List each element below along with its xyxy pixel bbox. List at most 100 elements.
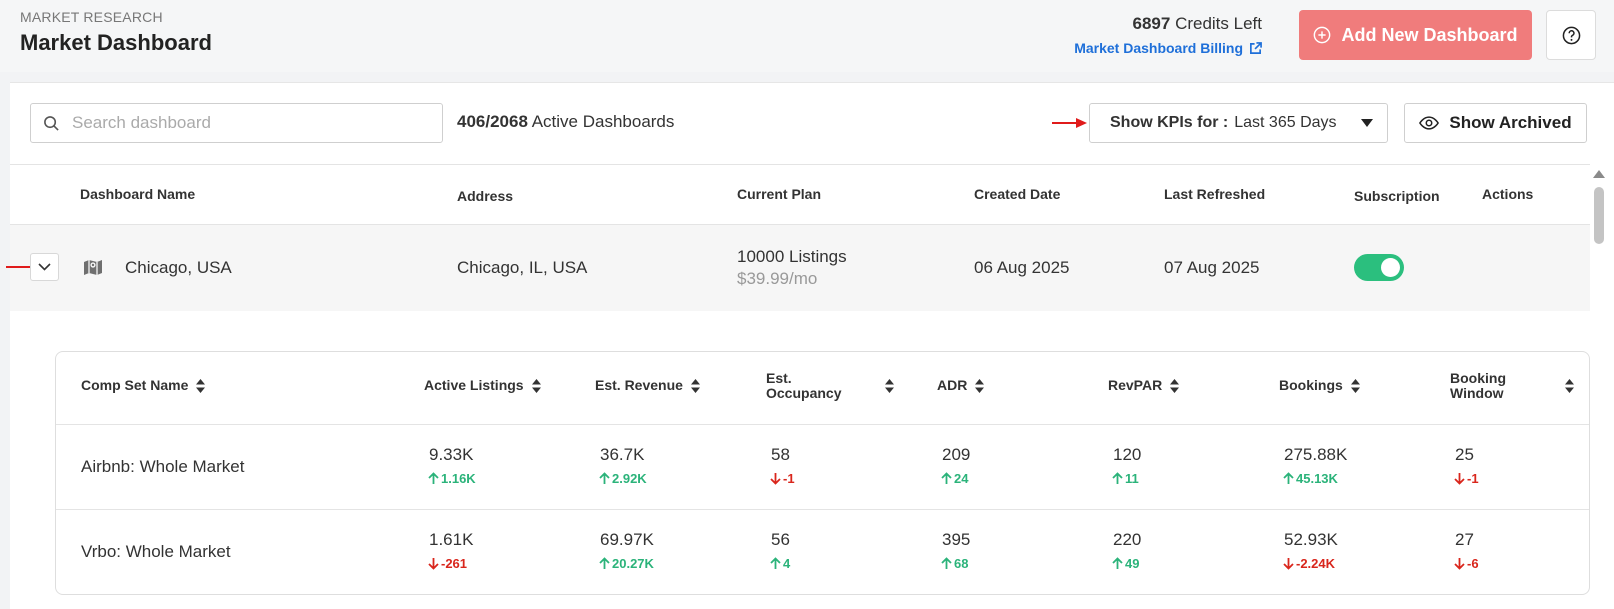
section-eyebrow: MARKET RESEARCH (20, 9, 163, 25)
billing-link[interactable]: Market Dashboard Billing (1074, 40, 1262, 56)
column-header-bookings[interactable]: Bookings (1279, 378, 1360, 393)
sort-icon (1350, 378, 1360, 393)
sort-icon (975, 378, 985, 393)
arrow-up-icon (428, 472, 439, 485)
active-dashboards-count: 406/2068 Active Dashboards (457, 112, 674, 132)
top-bar: MARKET RESEARCH Market Dashboard 6897 Cr… (0, 0, 1614, 72)
search-box[interactable] (30, 103, 443, 143)
column-header-label: Bookings (1279, 377, 1343, 393)
arrow-up-icon (599, 557, 610, 570)
arrow-up-icon (1283, 472, 1294, 485)
column-header-est-occupancy[interactable]: Est. Occupancy (766, 371, 894, 401)
comp-set-name[interactable]: Vrbo: Whole Market (81, 542, 231, 562)
scroll-up-arrow-icon[interactable] (1593, 170, 1605, 178)
kpi-value: 25 (1455, 445, 1474, 464)
credits-left: 6897 Credits Left (1133, 14, 1263, 34)
kpi-value: 395 (942, 530, 971, 549)
kpi-value: 209 (942, 445, 971, 464)
expand-row-button[interactable] (30, 253, 59, 281)
column-header-label: ADR (937, 377, 968, 393)
kpi-period-select[interactable]: Show KPIs for : Last 365 Days (1089, 103, 1388, 143)
column-header-last-refreshed[interactable]: Last Refreshed (1164, 186, 1265, 202)
kpi-delta-value: 4 (783, 556, 791, 571)
subscription-toggle[interactable] (1354, 254, 1404, 281)
column-header-dashboard-name[interactable]: Dashboard Name (80, 186, 195, 202)
column-header-label: Comp Set Name (81, 377, 189, 393)
column-header-booking-window[interactable]: Booking Window (1450, 371, 1574, 401)
kpi-delta: 24 (941, 471, 968, 486)
kpi-value: 56 (771, 530, 790, 549)
column-header-label: RevPAR (1108, 377, 1163, 393)
column-header-label: Active Listings (424, 377, 524, 393)
sort-icon (531, 378, 541, 393)
page-title: Market Dashboard (20, 30, 212, 55)
column-header-comp-set-name[interactable]: Comp Set Name (81, 377, 206, 393)
column-header-created-date[interactable]: Created Date (974, 186, 1060, 202)
map-icon (84, 260, 102, 275)
arrow-down-icon (1454, 472, 1465, 485)
column-header-subscription[interactable]: Subscription (1354, 188, 1440, 204)
column-header-label: Booking Window (1450, 370, 1506, 401)
column-header-adr[interactable]: ADR (937, 377, 985, 393)
add-new-dashboard-button[interactable]: Add New Dashboard (1299, 10, 1532, 60)
kpi-delta-value: 2.92K (612, 471, 647, 486)
kpi-delta-value: -1 (1467, 471, 1479, 486)
kpi-select-label: Show KPIs for : (1110, 114, 1229, 131)
kpi-delta-value: 1.16K (441, 471, 476, 486)
kpi-value: 1.61K (429, 530, 474, 549)
dashboard-address: Chicago, IL, USA (457, 258, 588, 277)
column-header-current-plan[interactable]: Current Plan (737, 186, 821, 202)
kpi-delta: 68 (941, 556, 968, 571)
search-input[interactable] (72, 113, 412, 133)
active-count-label: Active Dashboards (531, 112, 675, 131)
scrollbar-thumb[interactable] (1594, 187, 1604, 244)
row-divider (56, 424, 1589, 425)
table-row[interactable] (10, 224, 1590, 311)
plan-listings: 10000 Listings (737, 247, 847, 266)
active-count-value: 406/2068 (457, 112, 528, 131)
eye-icon (1419, 116, 1440, 130)
kpi-delta-value: 11 (1125, 471, 1139, 486)
kpi-delta: -6 (1454, 556, 1479, 571)
plus-circle-icon (1314, 26, 1331, 44)
plan-price: $39.99/mo (737, 269, 818, 288)
kpi-value: 58 (771, 445, 790, 464)
column-header-active-listings[interactable]: Active Listings (424, 378, 541, 393)
billing-link-label: Market Dashboard Billing (1074, 40, 1243, 56)
kpi-select-value: Last 365 Days (1234, 114, 1337, 131)
show-archived-button[interactable]: Show Archived (1404, 103, 1587, 143)
arrow-up-icon (941, 557, 952, 570)
arrow-down-icon (428, 557, 439, 570)
kpi-delta-value: -261 (441, 556, 468, 571)
dashboard-name[interactable]: Chicago, USA (125, 258, 232, 278)
arrow-up-icon (941, 472, 952, 485)
credits-value: 6897 (1132, 14, 1171, 33)
kpi-delta: 49 (1112, 556, 1139, 571)
column-header-revpar[interactable]: RevPAR (1108, 377, 1180, 393)
external-link-icon (1250, 41, 1262, 54)
help-button[interactable] (1546, 10, 1596, 60)
last-refreshed-date: 07 Aug 2025 (1164, 258, 1260, 277)
kpi-delta: -1 (770, 471, 795, 486)
question-circle-icon (1562, 26, 1580, 44)
kpi-value: 27 (1455, 530, 1474, 549)
row-divider (56, 509, 1589, 510)
show-archived-label: Show Archived (1449, 113, 1572, 132)
kpi-delta: 20.27K (599, 556, 654, 571)
kpi-delta-value: 68 (954, 556, 969, 571)
kpi-value: 36.7K (600, 445, 645, 464)
comp-set-name[interactable]: Airbnb: Whole Market (81, 457, 244, 477)
column-header-label: Est. Occupancy (766, 370, 842, 401)
sort-icon (690, 378, 700, 393)
kpi-delta-value: 24 (954, 471, 969, 486)
arrow-up-icon (770, 557, 781, 570)
add-new-dashboard-label: Add New Dashboard (1341, 24, 1518, 45)
column-header-address[interactable]: Address (457, 188, 513, 204)
arrow-down-icon (1283, 557, 1294, 570)
sort-icon (1565, 379, 1574, 393)
toggle-knob (1381, 258, 1400, 277)
column-header-est-revenue[interactable]: Est. Revenue (595, 378, 700, 393)
kpi-delta: 45.13K (1283, 471, 1338, 486)
kpi-value: 9.33K (429, 445, 474, 464)
kpi-delta-value: 49 (1125, 556, 1140, 571)
